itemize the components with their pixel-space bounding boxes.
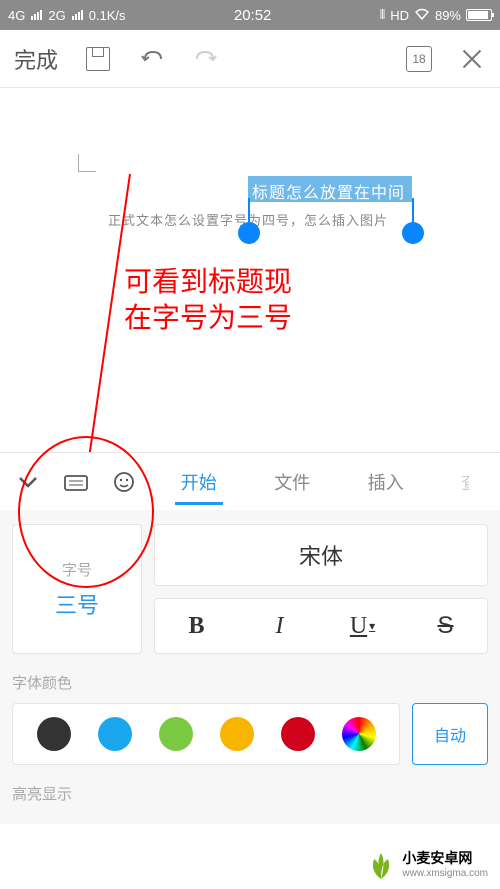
- color-swatch-custom[interactable]: [342, 717, 376, 751]
- color-swatch-blue[interactable]: [98, 717, 132, 751]
- watermark-url: www.xmsigma.com: [402, 866, 488, 881]
- wifi-icon: [414, 8, 430, 23]
- close-icon: [460, 47, 484, 71]
- italic-button[interactable]: I: [238, 599, 321, 653]
- battery-icon: [466, 9, 492, 21]
- signal-bars-2: [72, 10, 83, 20]
- chevron-down-icon: ▾: [369, 619, 375, 634]
- document-canvas[interactable]: 标题怎么放置在中间 正式文本怎么设置字号为四号，怎么插入图片 可看到标题现 在字…: [0, 88, 500, 452]
- status-left: 4G 2G 0.1K/s: [8, 8, 126, 23]
- underline-button[interactable]: U▾: [321, 599, 404, 653]
- net-speed: 0.1K/s: [89, 8, 126, 23]
- font-family-selector[interactable]: 宋体: [154, 524, 488, 586]
- done-button[interactable]: 完成: [14, 43, 58, 75]
- leaf-icon: [366, 851, 396, 881]
- network-2g: 2G: [48, 8, 65, 23]
- color-swatch-green[interactable]: [159, 717, 193, 751]
- tab-start[interactable]: 开始: [175, 453, 223, 511]
- network-4g: 4G: [8, 8, 25, 23]
- annotation-line-1: 可看到标题现: [124, 264, 292, 300]
- fontsize-value: 三号: [55, 588, 99, 620]
- text-style-row: B I U▾ S: [154, 598, 488, 654]
- highlight-label: 高亮显示: [12, 783, 488, 804]
- annotation-line-2: 在字号为三号: [124, 300, 292, 336]
- selected-title-text[interactable]: 标题怎么放置在中间: [248, 176, 412, 202]
- tabs-container: 开始 文件 插入 查: [152, 453, 492, 510]
- close-button[interactable]: [458, 45, 486, 73]
- keyboard-icon: [63, 472, 89, 492]
- save-icon: [86, 47, 110, 71]
- collapse-panel-button[interactable]: [8, 475, 48, 489]
- redo-icon: [193, 49, 219, 69]
- tab-file[interactable]: 文件: [268, 453, 316, 511]
- color-swatch-red[interactable]: [281, 717, 315, 751]
- vibrate-icon: ⫴: [380, 7, 385, 23]
- color-swatch-black[interactable]: [37, 717, 71, 751]
- status-bar: 4G 2G 0.1K/s 20:52 ⫴ HD 89%: [0, 0, 500, 30]
- watermark-text: 小麦安卓网 www.xmsigma.com: [402, 851, 488, 881]
- keyboard-button[interactable]: [56, 472, 96, 492]
- hd-indicator: HD: [390, 8, 409, 23]
- save-button[interactable]: [84, 45, 112, 73]
- status-right: ⫴ HD 89%: [380, 7, 492, 23]
- font-color-swatches: [12, 703, 400, 765]
- watermark: 小麦安卓网 www.xmsigma.com: [360, 849, 494, 883]
- fontsize-label: 字号: [62, 559, 92, 580]
- app-toolbar: 完成 18: [0, 30, 500, 88]
- smiley-icon: [112, 470, 136, 494]
- tab-view-partial[interactable]: 查: [455, 453, 469, 511]
- format-panel: 字号 三号 宋体 B I U▾ S 字体颜色 自动 高亮显示: [0, 510, 500, 824]
- annotation-overlay-text: 可看到标题现 在字号为三号: [124, 264, 292, 336]
- status-time: 20:52: [126, 7, 380, 24]
- assistant-button[interactable]: [104, 470, 144, 494]
- auto-color-button[interactable]: 自动: [412, 703, 488, 765]
- undo-icon: [139, 49, 165, 69]
- page-indicator[interactable]: 18: [406, 46, 432, 72]
- strikethrough-button[interactable]: S: [404, 599, 487, 653]
- fontsize-selector[interactable]: 字号 三号: [12, 524, 142, 654]
- font-color-label: 字体颜色: [12, 672, 488, 693]
- undo-button[interactable]: [138, 45, 166, 73]
- page-margin-indicator: [78, 154, 96, 172]
- selection-handle-end[interactable]: [402, 222, 424, 244]
- format-tab-strip: 开始 文件 插入 查: [0, 452, 500, 510]
- signal-bars-1: [31, 10, 42, 20]
- watermark-brand: 小麦安卓网: [402, 851, 488, 866]
- chevron-down-icon: [17, 475, 39, 489]
- bold-button[interactable]: B: [155, 599, 238, 653]
- selection-handle-start[interactable]: [238, 222, 260, 244]
- battery-pct: 89%: [435, 8, 461, 23]
- redo-button[interactable]: [192, 45, 220, 73]
- tab-insert[interactable]: 插入: [362, 453, 410, 511]
- color-swatch-yellow[interactable]: [220, 717, 254, 751]
